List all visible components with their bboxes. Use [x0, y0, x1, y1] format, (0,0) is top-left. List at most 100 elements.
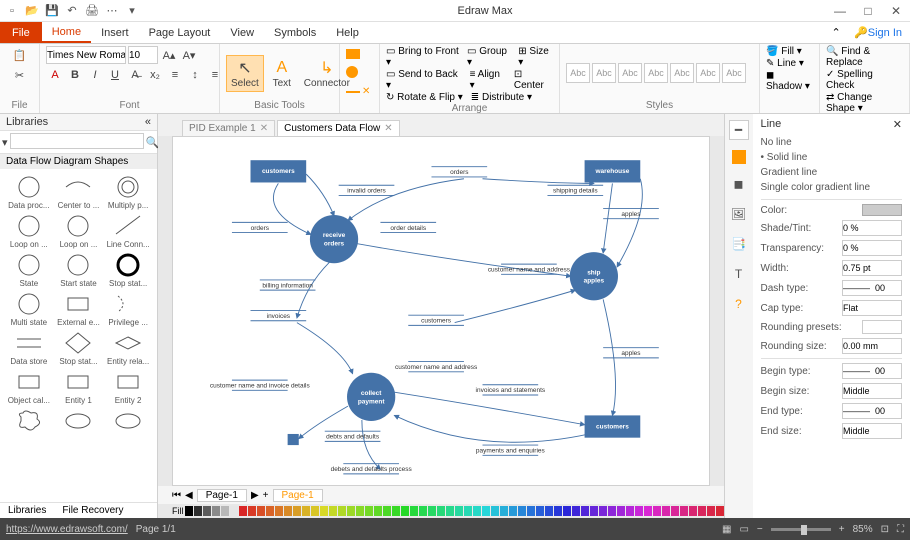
layer-panel-icon[interactable]: 📑 [729, 234, 749, 254]
cut-icon[interactable]: ✂ [11, 66, 29, 84]
color-swatch[interactable] [374, 506, 382, 516]
status-url[interactable]: https://www.edrawsoft.com/ [6, 524, 128, 535]
italic-icon[interactable]: I [86, 66, 104, 84]
collapse-ribbon-icon[interactable]: ⌃ [826, 22, 846, 43]
line-style-option[interactable]: Gradient line [761, 165, 903, 180]
shape-item[interactable]: Data proc... [7, 173, 51, 210]
shape-circle-icon[interactable] [346, 66, 358, 78]
color-swatch[interactable] [248, 506, 256, 516]
color-swatch[interactable] [473, 506, 481, 516]
color-swatch[interactable] [203, 506, 211, 516]
doc-tab[interactable]: PID Example 1✕ [182, 120, 275, 136]
color-swatch[interactable] [671, 506, 679, 516]
maximize-icon[interactable]: □ [858, 4, 878, 18]
canvas[interactable]: customerswarehousereceiveordersshipapple… [172, 136, 710, 486]
strike-icon[interactable]: A̶ [126, 66, 144, 84]
shape-item[interactable]: Entity 2 [106, 368, 150, 405]
size-btn[interactable]: ⊞ Size ▾ [518, 46, 553, 68]
end-type-select[interactable] [842, 403, 902, 419]
color-swatch[interactable] [293, 506, 301, 516]
color-swatch[interactable] [275, 506, 283, 516]
open-icon[interactable]: 📂 [24, 3, 40, 19]
end-size-select[interactable] [842, 423, 902, 439]
shape-item[interactable]: Object cal... [7, 368, 51, 405]
font-family-select[interactable] [46, 46, 126, 64]
fill-btn[interactable]: 🪣 Fill ▾ [766, 46, 802, 57]
rotate-flip[interactable]: ↻ Rotate & Flip ▾ [386, 92, 463, 103]
color-swatch[interactable] [862, 204, 902, 216]
print-icon[interactable]: 🖨 [84, 3, 100, 19]
prev-page-icon[interactable]: ◀ [185, 490, 193, 501]
color-swatch[interactable] [464, 506, 472, 516]
tab-home[interactable]: Home [42, 22, 91, 43]
select-tool[interactable]: ↖Select [226, 55, 264, 92]
line-panel-icon[interactable]: ━ [729, 120, 749, 140]
bullets-icon[interactable]: ≡ [166, 66, 184, 84]
color-swatch[interactable] [689, 506, 697, 516]
color-swatch[interactable] [428, 506, 436, 516]
shape-item[interactable]: Multi state [7, 290, 51, 327]
library-menu-icon[interactable]: ▾ [2, 133, 8, 151]
color-swatch[interactable] [698, 506, 706, 516]
color-swatch[interactable] [239, 506, 247, 516]
tab-view[interactable]: View [220, 22, 264, 43]
footer-libraries[interactable]: Libraries [0, 503, 54, 518]
tab-insert[interactable]: Insert [91, 22, 139, 43]
color-swatch[interactable] [482, 506, 490, 516]
first-page-icon[interactable]: ⏮ [172, 490, 181, 501]
color-swatch[interactable] [383, 506, 391, 516]
shape-item[interactable]: Stop stat... [56, 329, 100, 366]
collapse-icon[interactable]: « [145, 116, 151, 128]
color-swatch[interactable] [401, 506, 409, 516]
shape-item[interactable]: Data store [7, 329, 51, 366]
zoom-in-icon[interactable]: + [839, 524, 845, 535]
style-preset[interactable]: Abc [592, 63, 616, 83]
doc-tab[interactable]: Customers Data Flow✕ [277, 120, 400, 136]
tab-page-layout[interactable]: Page Layout [139, 22, 221, 43]
color-swatch[interactable] [392, 506, 400, 516]
sub-icon[interactable]: x₂ [146, 66, 164, 84]
library-category[interactable]: Data Flow Diagram Shapes [0, 154, 157, 169]
color-swatch[interactable] [284, 506, 292, 516]
next-page-icon[interactable]: ▶ [251, 490, 259, 501]
color-swatch[interactable] [302, 506, 310, 516]
color-swatch[interactable] [590, 506, 598, 516]
fullscreen-icon[interactable]: ⛶ [897, 524, 904, 535]
line-style-option[interactable]: No line [761, 135, 903, 150]
color-swatch[interactable] [572, 506, 580, 516]
color-swatch[interactable] [653, 506, 661, 516]
shape-item[interactable]: External e... [56, 290, 100, 327]
increase-font-icon[interactable]: A▴ [160, 46, 178, 64]
paste-icon[interactable]: 📋 [11, 46, 29, 64]
shape-item[interactable]: Center to ... [56, 173, 100, 210]
close-icon[interactable]: ✕ [260, 123, 268, 134]
shape-item[interactable]: Entity rela... [106, 329, 150, 366]
decrease-font-icon[interactable]: A▾ [180, 46, 198, 64]
fit-page-icon[interactable]: ⊡ [881, 524, 889, 535]
style-preset[interactable]: Abc [722, 63, 746, 83]
fill-panel-icon[interactable] [732, 150, 746, 164]
color-swatch[interactable] [518, 506, 526, 516]
style-preset[interactable]: Abc [618, 63, 642, 83]
page-tab-alt[interactable]: Page-1 [273, 489, 323, 502]
color-swatch[interactable] [545, 506, 553, 516]
shape-item[interactable] [7, 407, 51, 435]
new-icon[interactable]: ▫ [4, 3, 20, 19]
shadow-panel-icon[interactable]: ◼ [729, 174, 749, 194]
style-preset[interactable]: Abc [696, 63, 720, 83]
color-swatch[interactable] [536, 506, 544, 516]
color-swatch[interactable] [329, 506, 337, 516]
distribute-btn[interactable]: ≣ Distribute ▾ [471, 92, 532, 103]
color-swatch[interactable] [608, 506, 616, 516]
color-swatch[interactable] [599, 506, 607, 516]
bring-to-front[interactable]: ▭ Bring to Front ▾ [386, 46, 459, 68]
shape-item[interactable]: Start state [56, 251, 100, 288]
color-swatch[interactable] [437, 506, 445, 516]
spacing-icon[interactable]: ↕ [186, 66, 204, 84]
view-mode-icon[interactable]: ▦ [722, 524, 731, 535]
color-swatch[interactable] [617, 506, 625, 516]
line-style-option[interactable]: Single color gradient line [761, 180, 903, 195]
spelling-check[interactable]: ✓ Spelling Check [826, 69, 903, 91]
color-swatch[interactable] [662, 506, 670, 516]
color-swatch[interactable] [257, 506, 265, 516]
